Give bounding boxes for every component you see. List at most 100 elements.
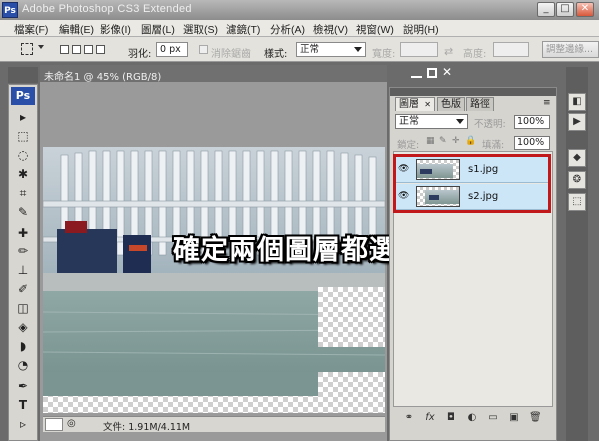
close-button[interactable]: ✕ xyxy=(576,2,594,17)
paths-panel-icon[interactable]: ⬚ xyxy=(568,193,586,211)
width-input[interactable] xyxy=(400,42,438,57)
menu-bar: 檔案(F) 編輯(E) 影像(I) 圖層(L) 選取(S) 濾鏡(T) 分析(A… xyxy=(0,20,599,37)
channels-panel-icon[interactable]: ❂ xyxy=(568,171,586,189)
eyedropper-tool-icon[interactable]: ✎ xyxy=(14,204,32,220)
document-title-bar: 未命名1 @ 45% (RGB/8) xyxy=(40,65,387,83)
document-title: 未命名1 @ 45% (RGB/8) xyxy=(44,72,162,83)
healing-brush-tool-icon[interactable]: ✚ xyxy=(14,225,32,241)
new-layer-icon[interactable]: ▣ xyxy=(508,412,520,424)
mask-icon[interactable]: ◘ xyxy=(445,412,457,424)
menu-select[interactable]: 選取(S) xyxy=(183,22,218,37)
lock-all-icon[interactable]: 🔒 xyxy=(465,136,476,146)
chevron-down-icon xyxy=(456,119,464,124)
menu-window[interactable]: 視窗(W) xyxy=(356,22,394,37)
window-title: Adobe Photoshop CS3 Extended xyxy=(22,3,192,15)
menu-image[interactable]: 影像(I) xyxy=(100,22,131,37)
group-icon[interactable]: ▭ xyxy=(487,412,499,424)
blend-mode-select[interactable]: 正常 xyxy=(395,114,468,129)
lock-position-icon[interactable]: ✛ xyxy=(452,136,460,146)
selected-layers-highlight xyxy=(393,154,551,213)
maximize-button[interactable]: □ xyxy=(556,2,574,17)
photoshop-app-icon: Ps xyxy=(2,2,18,18)
marquee-preset-icon[interactable] xyxy=(21,43,33,55)
transparent-area xyxy=(318,287,385,347)
history-brush-tool-icon[interactable]: ✐ xyxy=(14,281,32,297)
feather-input[interactable]: 0 px xyxy=(156,42,188,57)
fx-icon[interactable]: fx xyxy=(424,412,436,424)
eraser-tool-icon[interactable]: ◫ xyxy=(14,300,32,316)
dodge-tool-icon[interactable]: ◔ xyxy=(14,357,32,373)
panel-grip[interactable] xyxy=(390,88,556,96)
doc-maximize-button[interactable] xyxy=(427,68,437,78)
type-tool-icon[interactable]: T xyxy=(14,397,32,413)
antialias-checkbox[interactable] xyxy=(199,45,208,54)
opacity-label: 不透明: xyxy=(474,119,506,130)
menu-layer[interactable]: 圖層(L) xyxy=(141,22,175,37)
crop-tool-icon[interactable]: ⌗ xyxy=(14,185,32,201)
actions-panel-icon[interactable]: ▶ xyxy=(568,113,586,131)
add-selection-icon[interactable] xyxy=(72,45,81,54)
magic-wand-tool-icon[interactable]: ✱ xyxy=(14,166,32,182)
doc-minimize-button[interactable] xyxy=(411,68,422,78)
antialias-label: 消除鋸齒 xyxy=(211,49,251,60)
blur-tool-icon[interactable]: ◗ xyxy=(14,338,32,354)
refine-edge-button[interactable]: 調整邊緣... xyxy=(542,41,599,58)
right-panel-dock: ◧ ▶ ◆ ❂ ⬚ xyxy=(566,67,588,441)
layers-panel: 圖層 ✕ 色版 路徑 ≡ 正常 不透明: 100% 鎖定: ▦ ✎ ✛ 🔒 填滿… xyxy=(389,87,557,441)
path-selection-tool-icon[interactable]: ▹ xyxy=(14,416,32,432)
feather-label: 羽化: xyxy=(128,49,152,60)
adjustment-icon[interactable]: ◐ xyxy=(466,412,478,424)
status-menu-icon[interactable]: ◎ xyxy=(67,418,76,429)
lasso-tool-icon[interactable]: ◌ xyxy=(14,147,32,163)
height-input[interactable] xyxy=(493,42,529,57)
toolbox-header: Ps xyxy=(11,87,35,105)
lock-transparent-icon[interactable]: ▦ xyxy=(426,136,435,146)
options-bar: 羽化: 0 px 消除鋸齒 樣式: 正常 寬度: ⇄ 高度: 調整邊緣... xyxy=(0,37,599,62)
layers-panel-icon[interactable]: ◆ xyxy=(568,149,586,167)
document-size-status: 文件: 1.91M/4.11M xyxy=(103,422,191,433)
minimize-button[interactable]: _ xyxy=(537,2,555,17)
history-panel-icon[interactable]: ◧ xyxy=(568,93,586,111)
clone-stamp-tool-icon[interactable]: ⊥ xyxy=(14,262,32,278)
zoom-field[interactable] xyxy=(45,418,63,431)
layers-panel-footer: ⚭ fx ◘ ◐ ▭ ▣ 🗑 xyxy=(393,410,553,428)
menu-analysis[interactable]: 分析(A) xyxy=(270,22,305,37)
intersect-selection-icon[interactable] xyxy=(96,45,105,54)
menu-view[interactable]: 檢視(V) xyxy=(313,22,348,37)
canvas[interactable] xyxy=(43,147,385,413)
lock-image-icon[interactable]: ✎ xyxy=(439,136,447,146)
tab-channels[interactable]: 色版 xyxy=(437,97,465,111)
tab-layers[interactable]: 圖層 ✕ xyxy=(395,97,435,111)
window-title-bar: Ps Adobe Photoshop CS3 Extended _ □ ✕ xyxy=(0,0,599,20)
pen-tool-icon[interactable]: ✒ xyxy=(14,378,32,394)
close-icon[interactable]: ✕ xyxy=(424,100,431,109)
brush-tool-icon[interactable]: ✏ xyxy=(14,243,32,259)
menu-file[interactable]: 檔案(F) xyxy=(14,22,48,37)
menu-filter[interactable]: 濾鏡(T) xyxy=(226,22,260,37)
blend-mode-value: 正常 xyxy=(399,116,419,127)
menu-help[interactable]: 說明(H) xyxy=(403,22,439,37)
tab-paths[interactable]: 路徑 xyxy=(466,97,494,111)
marquee-tool-icon[interactable]: ⬚ xyxy=(14,128,32,144)
status-bar: ◎ 文件: 1.91M/4.11M xyxy=(43,416,385,433)
chevron-down-icon xyxy=(354,47,362,52)
style-select[interactable]: 正常 xyxy=(296,42,366,57)
panel-menu-icon[interactable]: ≡ xyxy=(543,98,551,108)
menu-edit[interactable]: 編輯(E) xyxy=(59,22,94,37)
link-icon[interactable]: ⚭ xyxy=(403,412,415,424)
doc-close-button[interactable]: ✕ xyxy=(442,65,452,79)
fill-input[interactable]: 100% xyxy=(514,136,550,150)
new-selection-icon[interactable] xyxy=(60,45,69,54)
fill-label: 填滿: xyxy=(482,140,505,151)
lock-label: 鎖定: xyxy=(397,140,420,151)
trash-icon[interactable]: 🗑 xyxy=(529,412,542,424)
swap-icon[interactable]: ⇄ xyxy=(444,45,453,58)
style-select-value: 正常 xyxy=(300,44,320,55)
height-label: 高度: xyxy=(463,49,487,60)
chevron-down-icon[interactable] xyxy=(38,45,44,49)
toolbox-grip[interactable] xyxy=(8,67,38,83)
move-tool-icon[interactable]: ▸ xyxy=(14,109,32,125)
subtract-selection-icon[interactable] xyxy=(84,45,93,54)
paint-bucket-tool-icon[interactable]: ◈ xyxy=(14,319,32,335)
opacity-input[interactable]: 100% xyxy=(514,115,550,129)
